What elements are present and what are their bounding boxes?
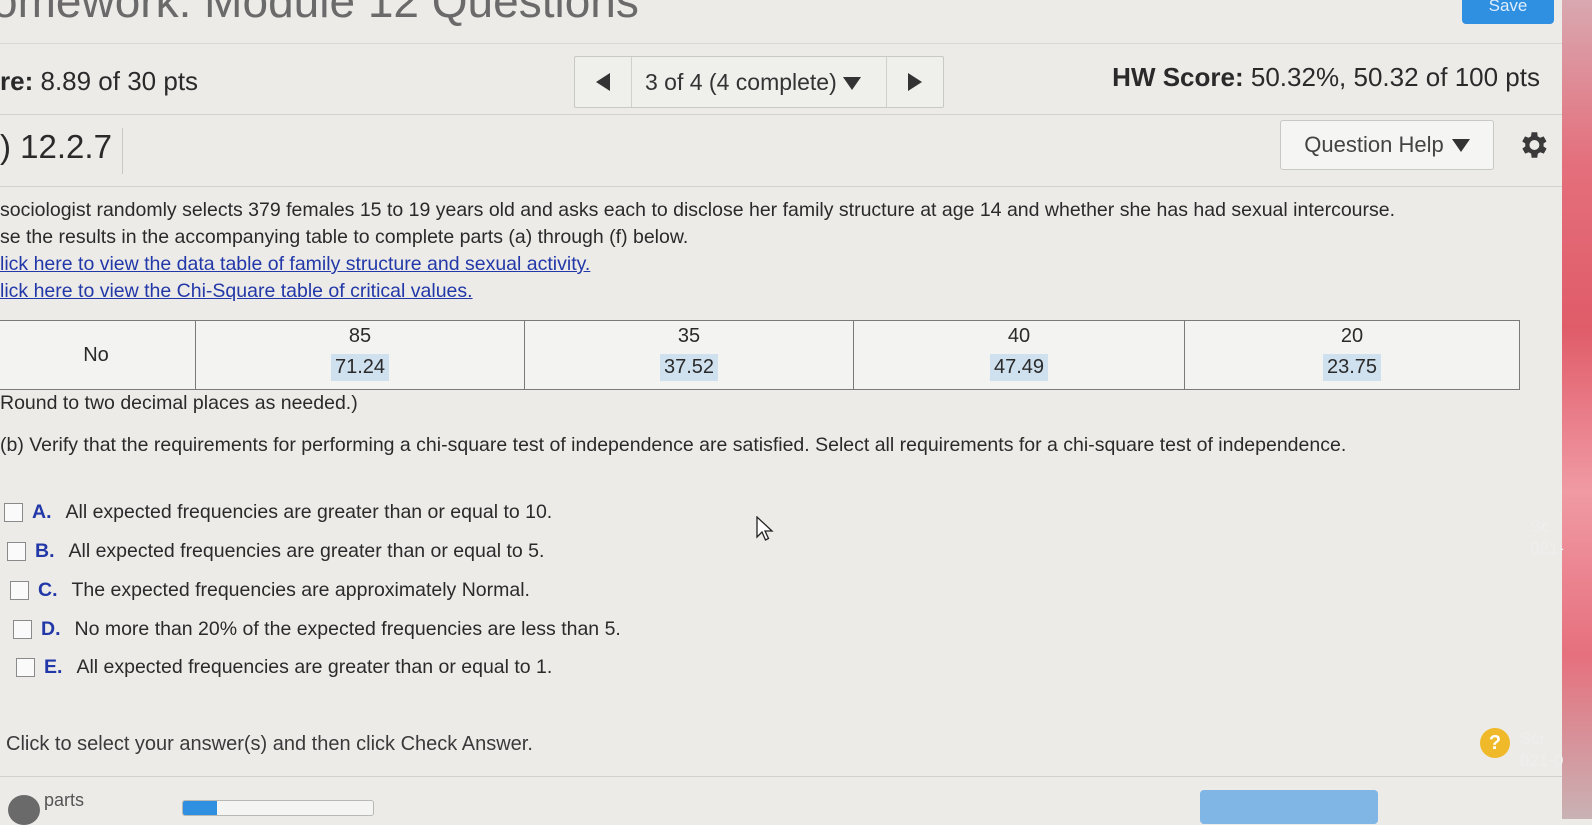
choice-letter: D. [41, 618, 61, 640]
side-label-2: Scr 021-0 [1520, 729, 1564, 770]
table-row: No 85 71.24 35 37.52 40 47.49 20 23.75 [0, 320, 1520, 390]
checkbox[interactable] [13, 620, 32, 639]
choice-b[interactable]: B. All expected frequencies are greater … [7, 540, 544, 563]
table-cell: 40 47.49 [853, 320, 1185, 390]
observed-value: 35 [677, 325, 701, 347]
caret-down-icon [1451, 138, 1470, 152]
row-label-cell: No [0, 320, 196, 390]
checkbox[interactable] [4, 503, 23, 522]
choice-d[interactable]: D. No more than 20% of the expected freq… [13, 618, 621, 641]
gear-icon[interactable] [1516, 128, 1550, 162]
question-help-button[interactable]: Question Help [1280, 120, 1494, 170]
observed-value: 85 [348, 325, 372, 347]
help-icon[interactable]: ? [1480, 728, 1510, 758]
observed-value: 40 [1007, 325, 1031, 347]
question-score-value: 8.89 of 30 pts [40, 66, 199, 96]
question-score: re: 8.89 of 30 pts [0, 66, 198, 97]
observed-value: 20 [1340, 325, 1364, 347]
caret-down-icon [842, 77, 861, 91]
arrow-right-icon [908, 73, 922, 91]
previous-question-button[interactable] [575, 57, 632, 107]
side-label-1: Sc 021- [1530, 517, 1565, 558]
parts-label: parts [44, 790, 85, 810]
save-button[interactable]: Save [1462, 0, 1554, 24]
question-prompt: sociologist randomly selects 379 females… [0, 197, 1540, 305]
expected-value: 71.24 [330, 354, 390, 381]
parts-badge [8, 795, 40, 825]
prompt-line-1: sociologist randomly selects 379 females… [0, 199, 1396, 221]
choice-text: The expected frequencies are approximate… [71, 579, 530, 601]
question-navigator: 3 of 4 (4 complete) [574, 56, 944, 108]
question-header: ) 12.2.7 Question Help [0, 114, 1562, 187]
hw-score: HW Score: 50.32%, 50.32 of 100 pts [1112, 62, 1540, 93]
prompt-line-2: se the results in the accompanying table… [0, 226, 689, 248]
checkbox[interactable] [7, 542, 26, 561]
choice-letter: B. [35, 540, 55, 562]
rounding-note: Round to two decimal places as needed.) [0, 392, 358, 414]
footer-divider [0, 776, 1562, 777]
data-table-link[interactable]: lick here to view the data table of fami… [0, 253, 590, 275]
part-b-prompt: (b) Verify that the requirements for per… [0, 434, 1347, 456]
hw-score-label: HW Score: [1112, 62, 1244, 92]
frequency-table: No 85 71.24 35 37.52 40 47.49 20 23.75 [0, 320, 1520, 390]
question-score-label: re: [0, 66, 34, 96]
question-selector[interactable]: 3 of 4 (4 complete) [645, 69, 861, 96]
question-number: ) 12.2.7 [0, 128, 123, 174]
hw-score-value: 50.32%, 50.32 of 100 pts [1250, 62, 1540, 92]
table-cell: 85 71.24 [195, 320, 525, 390]
choice-letter: C. [38, 579, 58, 601]
choice-c[interactable]: C. The expected frequencies are approxim… [10, 579, 530, 602]
choice-text: All expected frequencies are greater tha… [68, 540, 545, 562]
progress-fill [183, 801, 218, 815]
score-bar: re: 8.89 of 30 pts 3 of 4 (4 complete) H… [0, 43, 1562, 115]
question-help-label: Question Help [1304, 132, 1444, 157]
question-selector-label: 3 of 4 (4 complete) [645, 69, 837, 95]
arrow-left-icon [596, 73, 610, 91]
side-panel [1562, 0, 1592, 819]
expected-value: 23.75 [1322, 354, 1382, 381]
choice-e[interactable]: E. All expected frequencies are greater … [16, 656, 552, 679]
choice-letter: A. [32, 501, 52, 523]
expected-value: 37.52 [659, 354, 719, 381]
page-title: omework: Module 12 Questions [0, 0, 639, 27]
choice-text: All expected frequencies are greater tha… [65, 501, 553, 523]
checkbox[interactable] [10, 581, 29, 600]
checkbox[interactable] [16, 658, 35, 677]
parts-progress-bar [182, 800, 374, 816]
next-question-button[interactable] [886, 57, 943, 107]
choice-text: All expected frequencies are greater tha… [76, 656, 553, 678]
table-cell: 35 37.52 [524, 320, 854, 390]
row-label: No [83, 343, 109, 366]
mouse-cursor-icon [756, 516, 774, 541]
choice-letter: E. [44, 656, 63, 678]
expected-value: 47.49 [989, 354, 1049, 381]
table-cell: 20 23.75 [1184, 320, 1520, 390]
choice-a[interactable]: A. All expected frequencies are greater … [4, 501, 552, 524]
chi-square-table-link[interactable]: lick here to view the Chi-Square table o… [0, 280, 473, 302]
instruction-text: Click to select your answer(s) and then … [6, 733, 533, 755]
choice-text: No more than 20% of the expected frequen… [74, 618, 621, 640]
